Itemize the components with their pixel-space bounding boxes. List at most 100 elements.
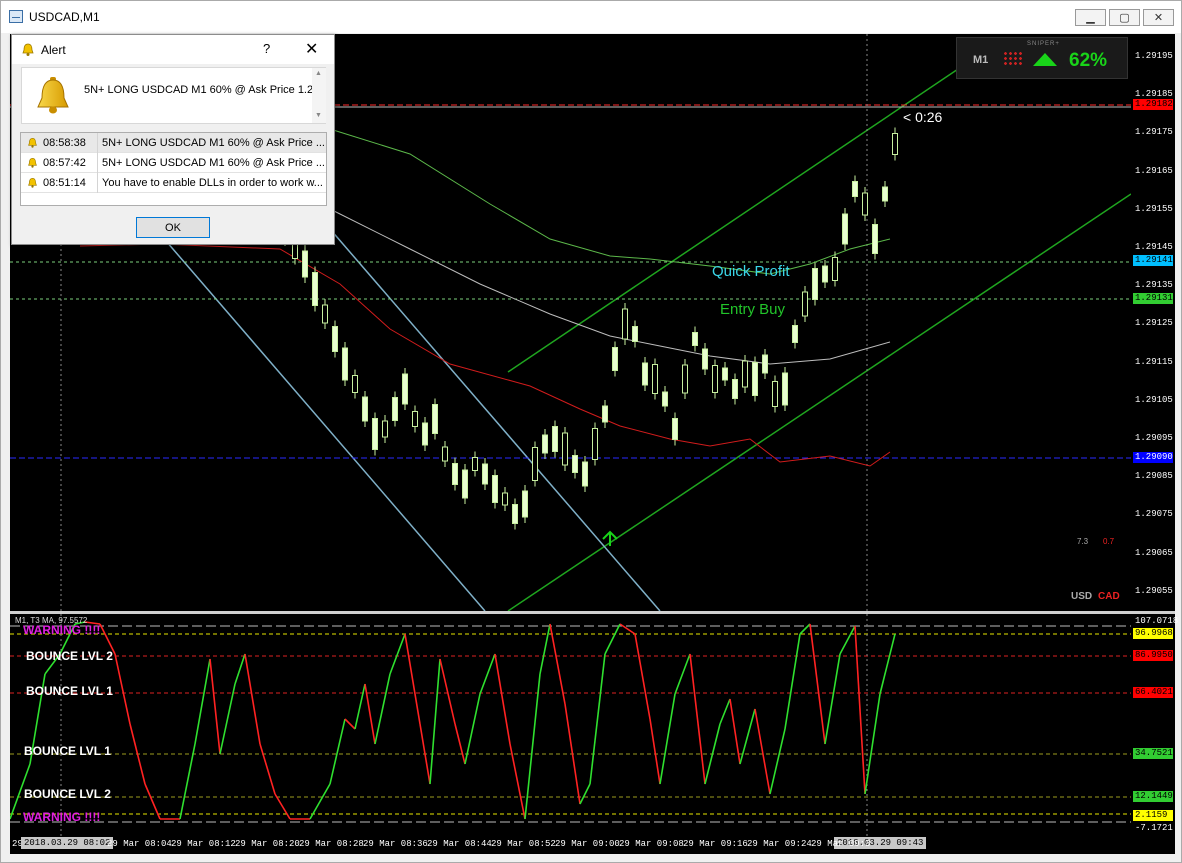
dots-icon [1003, 51, 1023, 65]
time-axis-label: 29 Mar 08:36 [363, 839, 428, 849]
candle-body [372, 418, 378, 450]
oscillator-segment [419, 723, 431, 785]
oscillator-segment [344, 718, 356, 730]
up-arrow-icon [1033, 53, 1057, 66]
stat-b: 0.7 [1103, 537, 1115, 546]
indicator-level-tag: 34.7521 [1133, 748, 1173, 759]
alert-row-time: 08:57:42 [43, 157, 86, 169]
candle-body [732, 379, 738, 399]
candle-body [802, 291, 808, 317]
oscillator-segment [589, 653, 606, 785]
candle-body [502, 492, 508, 506]
oscillator-segment [784, 633, 801, 730]
alert-message-area: 5N+ LONG USDCAD M1 60% @ Ask Price 1.29 … [21, 67, 326, 124]
descending-channel-line-2 [329, 228, 661, 611]
candle-body [772, 381, 778, 407]
bell-icon [28, 157, 37, 168]
oscillator-segment [429, 658, 441, 785]
alert-history-list[interactable]: 08:58:38 5N+ LONG USDCAD M1 60% @ Ask Pri… [20, 132, 327, 206]
alert-dialog[interactable]: Alert ? ✕ 5N+ LONG USDCAD M1 60% @ Ask P… [11, 34, 335, 245]
signal-widget[interactable]: M1 SNIPER+ 62% [956, 37, 1128, 79]
oscillator-segment [809, 623, 826, 745]
indicator-chart[interactable]: M1, T3 MA, 97.5572 WARNING !!!! BOUNCE L… [10, 614, 1131, 836]
time-axis[interactable]: 29 2018.03.29 08:02 2018.03.29 09:43 29 … [10, 836, 1175, 854]
oscillator-segment [509, 743, 526, 820]
alert-history-row[interactable]: 08:58:38 5N+ LONG USDCAD M1 60% @ Ask Pri… [21, 133, 326, 153]
oscillator-segment [839, 625, 856, 655]
indicator-level-tag: 12.1449 [1133, 791, 1173, 802]
window-titlebar[interactable]: USDCAD,M1 ▁ ▢ ✕ [1, 1, 1181, 33]
ok-button[interactable]: OK [136, 217, 210, 238]
candle-body [622, 308, 628, 340]
scroll-up-icon[interactable]: ▲ [315, 70, 322, 77]
alert-history-row[interactable]: 08:51:14 You have to enable DLLs in order… [21, 173, 326, 193]
oscillator-segment [194, 658, 211, 745]
alert-message: 5N+ LONG USDCAD M1 60% @ Ask Price 1.29 [84, 84, 320, 96]
candle-body [792, 325, 798, 343]
oscillator-segment [739, 708, 756, 765]
price-axis-label: 1.29195 [1135, 51, 1173, 61]
alert-titlebar[interactable]: Alert ? ✕ [12, 35, 334, 64]
price-axis-label: 1.29055 [1135, 585, 1173, 596]
time-axis-label: 29 Mar 08:20 [235, 839, 300, 849]
candle-body [882, 186, 888, 202]
candle-body [662, 391, 668, 407]
maximize-button[interactable]: ▢ [1109, 9, 1140, 26]
candle-body [312, 272, 318, 306]
indicator-axis[interactable]: 107.0718 -7.1721 96.9968 86.9950 66.4021 34… [1131, 614, 1179, 836]
price-level-tag: 1.29141 [1133, 255, 1173, 266]
warning-top-label: WARNING !!!! [23, 623, 101, 637]
countdown-label: < 0:26 [903, 109, 943, 125]
candle-body [462, 469, 468, 499]
time-axis-label: 29 Mar 09:24 [747, 839, 812, 849]
oscillator-segment [209, 658, 221, 755]
candle-body [552, 426, 558, 452]
candle-body [332, 326, 338, 352]
alert-scrollbar[interactable]: ▲ ▼ [312, 68, 326, 123]
price-axis-label: 1.29095 [1135, 433, 1173, 443]
candle-body [582, 461, 588, 487]
alert-title: Alert [41, 43, 66, 57]
currency-base: USD [1071, 591, 1093, 602]
minimize-button[interactable]: ▁ [1075, 9, 1106, 26]
close-window-button[interactable]: ✕ [1143, 9, 1174, 26]
indicator-level-tag: 66.4021 [1133, 687, 1173, 698]
time-axis-label: 29 Mar 09:08 [619, 839, 684, 849]
bounce-2-bottom-label: BOUNCE LVL 2 [24, 787, 111, 801]
oscillator-segment [179, 743, 196, 820]
alert-history-row[interactable]: 08:57:42 5N+ LONG USDCAD M1 60% @ Ask Pri… [21, 153, 326, 173]
price-axis[interactable]: 1.29195 1.29185 1.29175 1.29165 1.29155 1.291… [1131, 34, 1175, 611]
ma-green [329, 128, 891, 275]
oscillator-segment [604, 623, 621, 655]
indicator-axis-top: 107.0718 [1135, 616, 1179, 626]
widget-timeframe: M1 [973, 54, 989, 66]
candle-body [862, 192, 868, 216]
candle-body [742, 360, 748, 388]
candle-body [682, 364, 688, 394]
oscillator-segment [439, 658, 456, 725]
scroll-down-icon[interactable]: ▼ [315, 112, 322, 119]
indicator-level-tag: 96.9968 [1133, 628, 1173, 639]
price-axis-label: 1.29185 [1135, 89, 1173, 100]
candle-body [762, 354, 768, 374]
widget-percent: 62% [1069, 50, 1108, 71]
candle-body [812, 268, 818, 300]
time-axis-label: 29 Mar 08:52 [491, 839, 556, 849]
candle-body [822, 265, 828, 283]
candle-body [452, 463, 458, 485]
candle-body [672, 418, 678, 440]
warning-bottom-label: WARNING !!!! [23, 810, 101, 824]
candle-body [702, 348, 708, 370]
alert-close-button[interactable]: ✕ [305, 39, 318, 58]
candle-body [832, 257, 838, 281]
oscillator-segment [244, 653, 261, 745]
help-button[interactable]: ? [263, 41, 270, 56]
price-axis-label: 1.29065 [1135, 547, 1173, 558]
candle-body [592, 428, 598, 460]
price-axis-label: 1.29125 [1135, 318, 1173, 329]
indicator-axis-bottom: -7.1721 [1135, 823, 1173, 833]
time-axis-label: 29 Mar 09:16 [683, 839, 748, 849]
candle-body [472, 457, 478, 471]
price-level-tag: 1.29182 [1133, 99, 1173, 110]
oscillator-segment [234, 653, 246, 685]
